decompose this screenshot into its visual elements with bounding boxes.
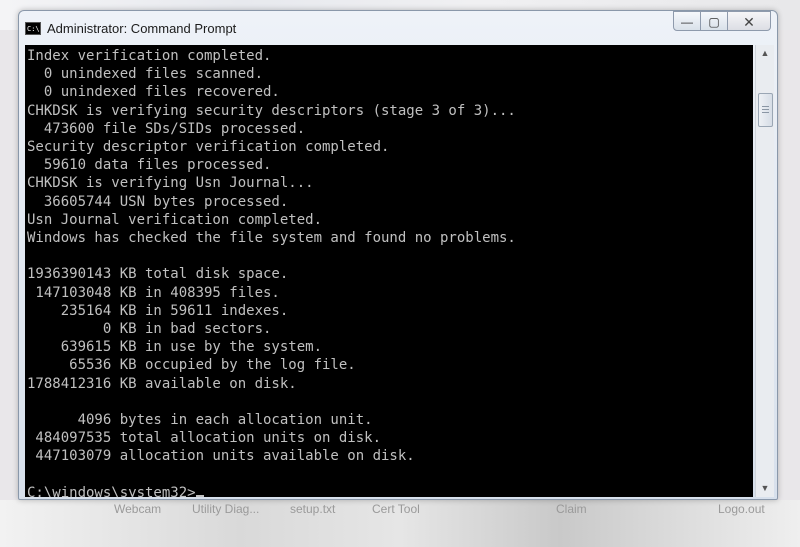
desktop-label-cert[interactable]: Cert Tool — [372, 502, 420, 516]
console-line: Usn Journal verification completed. — [27, 211, 323, 228]
console-line: 1936390143 KB total disk space. — [27, 266, 289, 283]
grip-line — [762, 109, 769, 110]
grip-line — [762, 112, 769, 113]
command-prompt-icon[interactable]: C:\ — [25, 22, 41, 35]
desktop-label-webcam[interactable]: Webcam — [114, 502, 161, 516]
desktop-label-utility[interactable]: Utility Diag... — [192, 502, 259, 516]
desktop-label-claim[interactable]: Claim — [556, 502, 587, 516]
console-line: 235164 KB in 59611 indexes. — [27, 302, 289, 319]
console-line: 639615 KB in use by the system. — [27, 339, 323, 356]
command-prompt-window[interactable]: C:\ Administrator: Command Prompt — ▢ ✕ … — [18, 10, 778, 500]
console-line: 484097535 total allocation units on disk… — [27, 430, 382, 447]
console-text: Index verification completed. 0 unindexe… — [27, 47, 516, 497]
command-prompt-line: C:\windows\system32> — [27, 484, 196, 497]
console-line: CHKDSK is verifying Usn Journal... — [27, 175, 314, 192]
console-line: 473600 file SDs/SIDs processed. — [27, 120, 306, 137]
console-line: 0 unindexed files recovered. — [27, 84, 280, 101]
close-button[interactable]: ✕ — [727, 11, 771, 31]
console-line: Security descriptor verification complet… — [27, 139, 390, 156]
vertical-scrollbar[interactable]: ▲ ▼ — [755, 45, 774, 497]
desktop-label-logo[interactable]: Logo.out — [718, 502, 765, 516]
console-line: Index verification completed. — [27, 48, 272, 64]
console-line: 65536 KB occupied by the log file. — [27, 357, 356, 374]
text-cursor — [195, 494, 204, 497]
console-line: 36605744 USN bytes processed. — [27, 193, 289, 210]
console-line: 4096 bytes in each allocation unit. — [27, 412, 373, 429]
console-line: 0 KB in bad sectors. — [27, 321, 272, 338]
console-line: Windows has checked the file system and … — [27, 230, 516, 247]
console-line: 59610 data files processed. — [27, 157, 272, 174]
console-line: 147103048 KB in 408395 files. — [27, 284, 280, 301]
console-line: 447103079 allocation units available on … — [27, 448, 415, 465]
scroll-up-arrow-icon[interactable]: ▲ — [756, 45, 774, 62]
console-output[interactable]: Index verification completed. 0 unindexe… — [25, 45, 753, 497]
grip-line — [762, 106, 769, 107]
window-controls: — ▢ ✕ — [673, 11, 771, 33]
scrollbar-thumb[interactable] — [758, 93, 773, 127]
maximize-button[interactable]: ▢ — [700, 11, 728, 31]
desktop-label-setup[interactable]: setup.txt — [290, 502, 335, 516]
desktop-icon-labels: Webcam Utility Diag... setup.txt Cert To… — [0, 502, 800, 518]
scroll-down-arrow-icon[interactable]: ▼ — [756, 480, 774, 497]
console-line: 0 unindexed files scanned. — [27, 66, 264, 83]
window-title: Administrator: Command Prompt — [47, 21, 237, 36]
console-line: 1788412316 KB available on disk. — [27, 375, 297, 392]
console-line: CHKDSK is verifying security descriptors… — [27, 102, 516, 119]
minimize-button[interactable]: — — [673, 11, 701, 31]
title-bar[interactable]: C:\ Administrator: Command Prompt — ▢ ✕ — [19, 11, 777, 45]
